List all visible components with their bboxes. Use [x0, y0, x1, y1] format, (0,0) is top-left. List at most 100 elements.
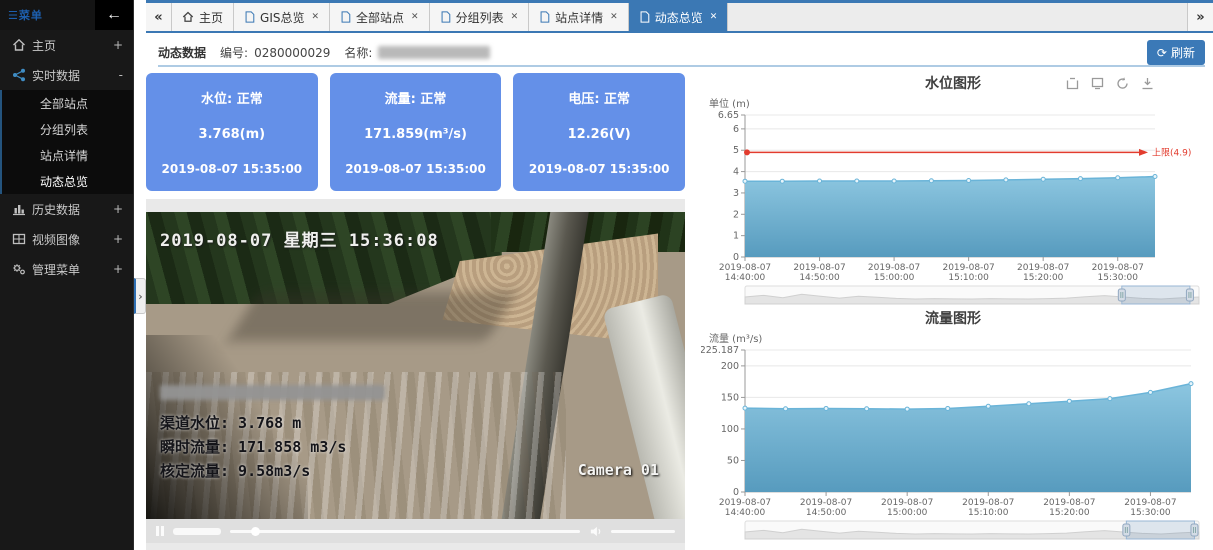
- data-zoom-icon[interactable]: [1065, 76, 1080, 91]
- volume-slider[interactable]: [611, 530, 675, 533]
- refresh-button-label: 刷新: [1171, 44, 1195, 61]
- svg-text:15:30:00: 15:30:00: [1098, 273, 1139, 283]
- close-icon[interactable]: ✕: [311, 12, 319, 22]
- volume-icon[interactable]: [589, 525, 602, 538]
- sidebar-item-realtime-data[interactable]: 实时数据 -: [0, 60, 133, 90]
- status-cards: 水位: 正常 3.768(m) 2019-08-07 15:35:00 流量: …: [146, 73, 685, 191]
- charts-column: 水位图形 单位 (m) 01234566.65上限(4.9)2019-08-07…: [701, 73, 1205, 550]
- flow-chart-canvas[interactable]: 050100150200225.1872019-08-0714:40:00201…: [701, 344, 1205, 541]
- svg-text:2019-08-07: 2019-08-07: [1017, 263, 1069, 273]
- svg-text:14:40:00: 14:40:00: [725, 273, 766, 283]
- camera-label-overlay: Camera 01: [578, 461, 659, 479]
- page-title: 动态数据: [158, 44, 206, 61]
- collapse-icon: -: [119, 68, 123, 82]
- sidebar-item-admin-menu[interactable]: 管理菜单 +: [0, 254, 133, 284]
- close-icon[interactable]: ✕: [411, 12, 419, 22]
- overlay-water-level: 渠道水位: 3.768 m: [160, 411, 385, 435]
- svg-text:15:10:00: 15:10:00: [968, 508, 1009, 518]
- tab-group-list[interactable]: 分组列表 ✕: [430, 3, 530, 31]
- tab-label: 主页: [199, 9, 223, 26]
- home-icon: [12, 38, 32, 52]
- svg-text:2019-08-07: 2019-08-07: [719, 263, 771, 273]
- sidebar-item-label: 管理菜单: [32, 261, 113, 278]
- tab-all-stations[interactable]: 全部站点 ✕: [330, 3, 430, 31]
- svg-text:2019-08-07: 2019-08-07: [719, 498, 771, 508]
- expand-icon: +: [113, 262, 123, 276]
- sidebar: ☰菜单 ← 主页 + 实时数据 - 全部站点 分组列表 站点详情 动态总览: [0, 0, 133, 550]
- svg-text:50: 50: [727, 455, 739, 466]
- sidebar-expand-handle[interactable]: ›: [134, 278, 146, 314]
- close-icon[interactable]: ✕: [710, 12, 718, 22]
- camera-video-player[interactable]: 2019-08-07 星期三 15:36:08 渠道水位: 3.768 m 瞬时…: [146, 212, 685, 519]
- tab-dynamic-overview[interactable]: 动态总览 ✕: [629, 3, 729, 31]
- file-icon: [244, 11, 255, 23]
- restore-icon[interactable]: [1115, 76, 1130, 91]
- svg-text:100: 100: [721, 424, 739, 435]
- svg-text:15:20:00: 15:20:00: [1023, 273, 1064, 283]
- save-image-icon[interactable]: [1140, 76, 1155, 91]
- page-toolbar: 动态数据 编号: 0280000029 名称: ⟳ 刷新: [158, 40, 1205, 67]
- svg-text:225.187: 225.187: [701, 345, 739, 356]
- refresh-icon: ⟳: [1157, 46, 1167, 60]
- svg-text:0: 0: [733, 252, 739, 263]
- sidebar-item-label: 站点详情: [40, 147, 88, 164]
- y-axis-title: 流量 (m³/s): [709, 330, 1205, 344]
- expand-icon: +: [113, 232, 123, 246]
- sidebar-item-all-stations[interactable]: 全部站点: [2, 90, 133, 116]
- water-level-card: 水位: 正常 3.768(m) 2019-08-07 15:35:00: [146, 73, 318, 191]
- progress-thumb[interactable]: [251, 527, 260, 536]
- sidebar-item-group-list[interactable]: 分组列表: [2, 116, 133, 142]
- zoom-reset-icon[interactable]: [1090, 76, 1105, 91]
- close-icon[interactable]: ✕: [610, 12, 618, 22]
- sidebar-item-label: 实时数据: [32, 67, 119, 84]
- svg-text:150: 150: [721, 392, 739, 403]
- home-icon: [182, 11, 194, 23]
- card-timestamp: 2019-08-07 15:35:00: [336, 162, 496, 176]
- tab-gis-overview[interactable]: GIS总览 ✕: [234, 3, 330, 31]
- card-value: 171.859(m³/s): [336, 127, 496, 142]
- content-area: 水位: 正常 3.768(m) 2019-08-07 15:35:00 流量: …: [146, 67, 1213, 550]
- sidebar-item-station-detail[interactable]: 站点详情: [2, 142, 133, 168]
- tabs-scroll-right-button[interactable]: »: [1187, 3, 1213, 31]
- chart-header: 流量图形: [701, 308, 1205, 330]
- sidebar-item-label: 历史数据: [32, 201, 113, 218]
- tab-label: 动态总览: [655, 9, 703, 26]
- tabs-scroll-left-button[interactable]: «: [146, 3, 172, 31]
- sidebar-item-history-data[interactable]: 历史数据 +: [0, 194, 133, 224]
- overlay-instant-flow: 瞬时流量: 171.858 m3/s: [160, 435, 385, 459]
- expand-icon: +: [113, 38, 123, 52]
- svg-text:15:20:00: 15:20:00: [1049, 508, 1090, 518]
- tab-home[interactable]: 主页: [172, 3, 234, 31]
- video-controls-bar: [146, 519, 685, 543]
- card-title: 电压: 正常: [519, 88, 679, 107]
- video-panel: 2019-08-07 星期三 15:36:08 渠道水位: 3.768 m 瞬时…: [146, 199, 685, 550]
- close-icon[interactable]: ✕: [511, 12, 519, 22]
- svg-text:2: 2: [733, 209, 739, 220]
- video-timestamp-overlay: 2019-08-07 星期三 15:36:08: [160, 226, 439, 251]
- sidebar-item-label: 主页: [32, 37, 113, 54]
- sidebar-back-button[interactable]: ←: [95, 0, 133, 30]
- pause-button[interactable]: [156, 526, 164, 536]
- menu-brand-label: ☰菜单: [0, 7, 43, 23]
- svg-text:1: 1: [733, 231, 739, 242]
- card-timestamp: 2019-08-07 15:35:00: [152, 162, 312, 176]
- sidebar-item-home[interactable]: 主页 +: [0, 30, 133, 60]
- svg-text:5: 5: [733, 145, 739, 156]
- sidebar-handle-strip: ›: [133, 0, 146, 550]
- water-level-chart-canvas[interactable]: 01234566.65上限(4.9)2019-08-0714:40:002019…: [701, 109, 1205, 306]
- svg-text:15:00:00: 15:00:00: [874, 273, 915, 283]
- chart-header: 水位图形: [701, 73, 1205, 95]
- sidebar-submenu-realtime: 全部站点 分组列表 站点详情 动态总览: [0, 90, 133, 194]
- sidebar-item-video-image[interactable]: 视频图像 +: [0, 224, 133, 254]
- video-progress-bar[interactable]: [230, 530, 580, 533]
- card-title: 水位: 正常: [152, 88, 312, 107]
- file-icon: [340, 11, 351, 23]
- tab-station-detail[interactable]: 站点详情 ✕: [529, 3, 629, 31]
- sidebar-item-dynamic-overview[interactable]: 动态总览: [2, 168, 133, 194]
- svg-text:2019-08-07: 2019-08-07: [881, 498, 933, 508]
- card-value: 12.26(V): [519, 127, 679, 142]
- refresh-button[interactable]: ⟳ 刷新: [1147, 40, 1205, 65]
- chart-title: 水位图形: [925, 76, 981, 92]
- left-column: 水位: 正常 3.768(m) 2019-08-07 15:35:00 流量: …: [146, 73, 685, 550]
- station-name-overlay-redacted: [160, 385, 385, 400]
